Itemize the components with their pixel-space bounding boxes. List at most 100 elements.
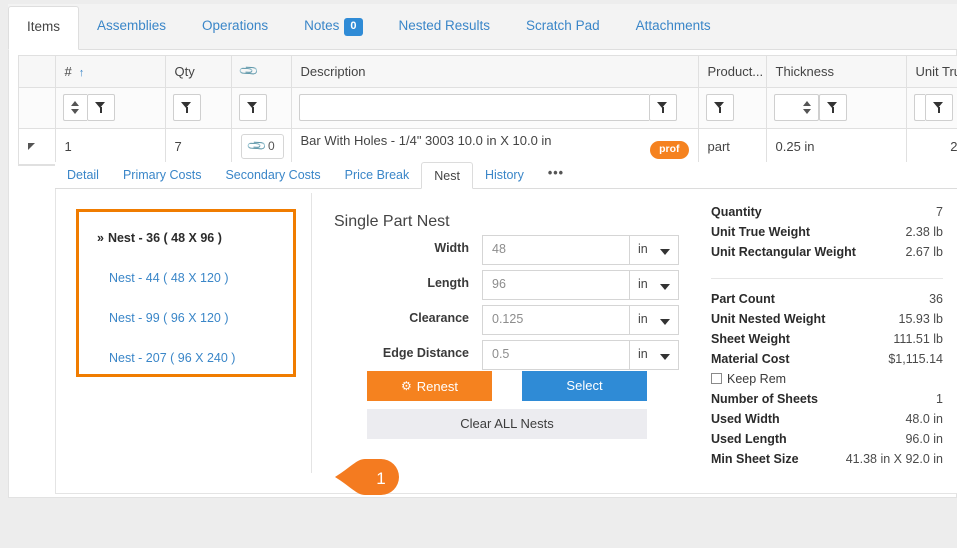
grid-header-number[interactable]: #↑ <box>55 56 165 87</box>
renest-button[interactable]: ⚙Renest <box>367 371 492 401</box>
edge-distance-unit-select[interactable]: in <box>630 340 679 370</box>
length-unit-select[interactable]: in <box>630 270 679 300</box>
filter-cell-description <box>291 87 698 128</box>
clearance-unit-value: in <box>638 312 648 326</box>
keep-rem-row[interactable]: Keep Rem <box>711 372 943 392</box>
length-input[interactable]: 96 <box>482 270 630 300</box>
tab-attachments[interactable]: Attachments <box>618 4 729 47</box>
edge-distance-input[interactable]: 0.5 <box>482 340 630 370</box>
product-filter-button[interactable] <box>706 94 734 121</box>
edge-distance-unit-value: in <box>638 347 648 361</box>
attachments-filter-button[interactable] <box>239 94 267 121</box>
items-grid: #↑ Qty 📎 Description Product... Thicknes… <box>18 55 957 166</box>
stepper-down-icon <box>803 109 811 114</box>
clearance-input[interactable]: 0.125 <box>482 305 630 335</box>
nest-list-item-36[interactable]: »Nest - 36 ( 48 X 96 ) <box>79 226 293 266</box>
keep-rem-label: Keep Rem <box>727 372 786 386</box>
edge-distance-label: Edge Distance <box>334 346 469 360</box>
number-filter-button[interactable] <box>87 94 115 121</box>
tab-nested-results[interactable]: Nested Results <box>381 4 509 47</box>
stat-material-cost-label: Material Cost <box>711 352 790 366</box>
grid-header-thickness-label: Thickness <box>776 64 835 79</box>
stat-unit-nested-weight-label: Unit Nested Weight <box>711 312 825 326</box>
stat-used-width-value: 48.0 in <box>905 412 943 426</box>
select-button[interactable]: Select <box>522 371 647 401</box>
stat-used-length-label: Used Length <box>711 432 787 446</box>
paperclip-icon: 📎 <box>245 134 268 157</box>
funnel-icon <box>657 102 668 113</box>
tab-operations[interactable]: Operations <box>184 4 286 47</box>
subtab-nest-label: Nest <box>434 169 460 183</box>
description-filter-input[interactable] <box>299 94 649 121</box>
row-thickness: 0.25 in <box>766 128 906 164</box>
nest-list-item-44-label: Nest - 44 ( 48 X 120 ) <box>109 271 229 285</box>
subtab-price-break[interactable]: Price Break <box>333 162 422 189</box>
stat-sheet-weight-value: 111.51 lb <box>893 332 943 346</box>
vertical-divider <box>311 193 312 473</box>
subtab-primary-costs[interactable]: Primary Costs <box>111 162 213 189</box>
filter-cell-thickness <box>766 87 906 128</box>
stat-unit-true-weight: Unit True Weight2.38 lb <box>711 225 943 245</box>
nest-list-item-99[interactable]: Nest - 99 ( 96 X 120 ) <box>79 306 293 346</box>
width-input[interactable]: 48 <box>482 235 630 265</box>
grid-header-unit-true-weight[interactable]: Unit Tru <box>906 56 957 87</box>
grid-header-attachments[interactable]: 📎 <box>231 56 291 87</box>
main-tab-bar: Items Assemblies Operations Notes0 Neste… <box>8 4 957 50</box>
nest-list: »Nest - 36 ( 48 X 96 ) Nest - 44 ( 48 X … <box>76 209 296 377</box>
row-attachments-button[interactable]: 📎 0 <box>241 134 284 159</box>
paperclip-icon: 📎 <box>237 60 260 83</box>
grid-header-number-label: # <box>65 64 72 79</box>
stat-material-cost: Material Cost$1,115.14 <box>711 352 943 372</box>
subtab-nest[interactable]: Nest <box>421 162 473 189</box>
row-attachments-count: 0 <box>268 139 275 153</box>
grid-header-product-label: Product... <box>708 64 764 79</box>
width-label: Width <box>334 241 469 255</box>
unit-true-weight-filter-button[interactable] <box>925 94 953 121</box>
nest-summary: Quantity7 Unit True Weight2.38 lb Unit R… <box>711 205 943 472</box>
width-unit-select[interactable]: in <box>630 235 679 265</box>
funnel-icon <box>181 102 192 113</box>
clearance-unit-select[interactable]: in <box>630 305 679 335</box>
unit-true-weight-filter-input[interactable] <box>914 94 925 121</box>
number-filter-stepper[interactable] <box>63 94 87 121</box>
nest-list-item-44[interactable]: Nest - 44 ( 48 X 120 ) <box>79 266 293 306</box>
clear-all-nests-button[interactable]: Clear ALL Nests <box>367 409 647 439</box>
stat-unit-nested-weight: Unit Nested Weight15.93 lb <box>711 312 943 332</box>
filter-cell-product <box>698 87 766 128</box>
clear-all-nests-label: Clear ALL Nests <box>460 416 553 431</box>
tab-notes[interactable]: Notes0 <box>286 4 380 47</box>
subtab-overflow-menu[interactable]: ••• <box>536 162 576 189</box>
subtab-primary-costs-label: Primary Costs <box>123 168 201 182</box>
subtab-secondary-costs[interactable]: Secondary Costs <box>213 162 332 189</box>
nest-list-item-36-label: Nest - 36 ( 48 X 96 ) <box>108 231 222 245</box>
tab-scratch-pad[interactable]: Scratch Pad <box>508 4 618 47</box>
stat-sheet-weight: Sheet Weight111.51 lb <box>711 332 943 352</box>
nest-list-item-207[interactable]: Nest - 207 ( 96 X 240 ) <box>79 346 293 386</box>
stat-unit-rectangular-weight-label: Unit Rectangular Weight <box>711 245 856 259</box>
subtab-detail[interactable]: Detail <box>55 162 111 189</box>
description-filter-button[interactable] <box>649 94 677 121</box>
subtab-secondary-costs-label: Secondary Costs <box>225 168 320 182</box>
clearance-label: Clearance <box>334 311 469 325</box>
row-expander-cell[interactable] <box>19 128 55 164</box>
keep-rem-checkbox[interactable] <box>711 373 722 384</box>
funnel-icon <box>827 102 838 113</box>
grid-header-product[interactable]: Product... <box>698 56 766 87</box>
tab-assemblies[interactable]: Assemblies <box>79 4 184 47</box>
qty-filter-button[interactable] <box>173 94 201 121</box>
stat-quantity-label: Quantity <box>711 205 762 219</box>
grid-header-description[interactable]: Description <box>291 56 698 87</box>
row-qty: 7 <box>165 128 231 164</box>
collapse-triangle-icon[interactable] <box>28 143 35 150</box>
callout-marker-1: 1 <box>335 454 405 500</box>
grid-header-thickness[interactable]: Thickness <box>766 56 906 87</box>
thickness-filter-stepper[interactable] <box>774 94 819 121</box>
grid-header-qty[interactable]: Qty <box>165 56 231 87</box>
length-label: Length <box>334 276 469 290</box>
subtab-history[interactable]: History <box>473 162 536 189</box>
table-row[interactable]: 1 7 📎 0 Bar With Holes - 1/4" 3003 10.0 … <box>19 128 957 164</box>
chevron-down-icon <box>660 319 670 325</box>
thickness-filter-button[interactable] <box>819 94 847 121</box>
notes-count-badge: 0 <box>344 18 362 36</box>
tab-items[interactable]: Items <box>8 6 79 50</box>
